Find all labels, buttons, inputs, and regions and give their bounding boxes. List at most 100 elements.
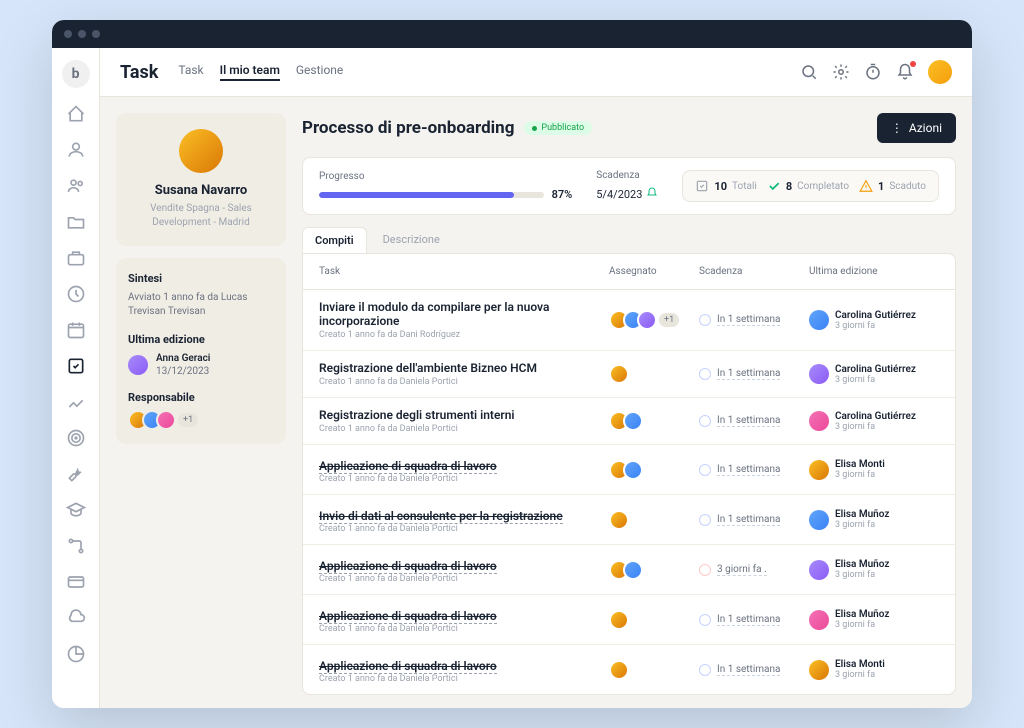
due-text: In 1 settimana xyxy=(717,415,780,427)
assignee-avatar[interactable] xyxy=(623,411,643,431)
subtab-compiti[interactable]: Compiti xyxy=(302,227,367,253)
clock-icon[interactable] xyxy=(66,284,86,304)
tab-gestione[interactable]: Gestione xyxy=(296,63,343,81)
responsible-avatars: +1 xyxy=(128,410,274,430)
lastedit-cell: Elisa Muñoz3 giorni fa xyxy=(809,509,939,530)
main-tabs: Task Il mio team Gestione xyxy=(178,63,343,81)
table-row[interactable]: Inviare il modulo da compilare per la nu… xyxy=(303,290,955,351)
notification-dot xyxy=(910,61,916,67)
assignee-avatar[interactable] xyxy=(609,364,629,384)
due-status-icon xyxy=(699,415,711,427)
metrics-bar: Progresso 87% Scadenza 5/4/2023 xyxy=(302,157,956,215)
due-text: 3 giorni fa . xyxy=(717,564,767,576)
window-max-dot[interactable] xyxy=(92,30,100,38)
lastedit-cell: Carolina Gutiérrez3 giorni fa xyxy=(809,411,939,432)
stat-total-num: 10 xyxy=(714,180,727,193)
stat-overdue-label: Scaduto xyxy=(889,181,926,192)
app-title: Task xyxy=(120,62,158,83)
editor-time: 3 giorni fa xyxy=(835,422,916,432)
path-icon[interactable] xyxy=(66,536,86,556)
actions-label: Azioni xyxy=(909,121,942,135)
assignee-avatar[interactable] xyxy=(609,660,629,680)
due-text: In 1 settimana xyxy=(717,464,780,476)
graduation-icon[interactable] xyxy=(66,500,86,520)
bell-icon[interactable] xyxy=(896,63,914,81)
actions-button[interactable]: ⋮ Azioni xyxy=(877,113,956,143)
due-cell: In 1 settimana xyxy=(699,664,809,676)
stat-completed-num: 8 xyxy=(786,180,792,193)
folder-icon[interactable] xyxy=(66,212,86,232)
table-row[interactable]: Applicazione di squadra di lavoroCreato … xyxy=(303,545,955,595)
lastedit-cell: Carolina Gutiérrez3 giorni fa xyxy=(809,364,939,385)
chart-icon[interactable] xyxy=(66,392,86,412)
lastedit-cell: Elisa Muñoz3 giorni fa xyxy=(809,559,939,580)
th-due[interactable]: Scadenza xyxy=(699,266,809,277)
assignee-avatar[interactable] xyxy=(623,460,643,480)
table-row[interactable]: Registrazione degli strumenti interniCre… xyxy=(303,398,955,445)
editor-avatar xyxy=(809,510,829,530)
piechart-icon[interactable] xyxy=(66,644,86,664)
table-row[interactable]: Invio di dati al consulente per la regis… xyxy=(303,495,955,545)
editor-time: 3 giorni fa xyxy=(835,520,889,530)
team-icon[interactable] xyxy=(66,176,86,196)
table-row[interactable]: Applicazione di squadra di lavoroCreato … xyxy=(303,595,955,645)
warning-icon xyxy=(859,179,873,193)
tab-task[interactable]: Task xyxy=(178,63,203,81)
window-min-dot[interactable] xyxy=(78,30,86,38)
th-assigned[interactable]: Assegnato xyxy=(609,266,699,277)
stat-total: 10 Totali xyxy=(695,179,756,193)
due-cell: In 1 settimana xyxy=(699,614,809,626)
briefcase-icon[interactable] xyxy=(66,248,86,268)
subtab-descrizione[interactable]: Descrizione xyxy=(371,227,452,253)
assignee-cell xyxy=(609,610,699,630)
nav-rail: b xyxy=(52,48,100,708)
app-logo[interactable]: b xyxy=(62,60,90,88)
assignee-avatar[interactable] xyxy=(609,610,629,630)
stat-total-label: Totali xyxy=(732,181,757,192)
bell-notify-icon[interactable] xyxy=(646,187,658,202)
gear-icon[interactable] xyxy=(832,63,850,81)
task-subtitle: Creato 1 anno fa da Daniela Portici xyxy=(319,424,599,434)
sintesi-title: Sintesi xyxy=(128,272,274,285)
th-lastedit[interactable]: Ultima edizione xyxy=(809,266,939,277)
window-close-dot[interactable] xyxy=(64,30,72,38)
user-avatar[interactable] xyxy=(928,60,952,84)
editor-name: Elisa Muñoz xyxy=(835,559,889,570)
th-task[interactable]: Task xyxy=(319,266,609,277)
assignee-avatar[interactable] xyxy=(623,560,643,580)
card-icon[interactable] xyxy=(66,572,86,592)
calendar-icon[interactable] xyxy=(66,320,86,340)
assignee-cell xyxy=(609,364,699,384)
process-title: Processo di pre-onboarding xyxy=(302,118,514,138)
check-icon xyxy=(767,179,781,193)
table-row[interactable]: Registrazione dell'ambiente Bizneo HCMCr… xyxy=(303,351,955,398)
editor-avatar xyxy=(809,560,829,580)
user-icon[interactable] xyxy=(66,140,86,160)
task-subtitle: Creato 1 anno fa da Daniela Portici xyxy=(319,474,599,484)
editor-avatar xyxy=(809,660,829,680)
timer-icon[interactable] xyxy=(864,63,882,81)
profile-avatar[interactable] xyxy=(179,129,223,173)
task-subtitle: Creato 1 anno fa da Dani Rodríguez xyxy=(319,330,599,340)
assignee-plus[interactable]: +1 xyxy=(659,313,679,327)
assignee-avatar[interactable] xyxy=(637,310,657,330)
assignee-cell xyxy=(609,660,699,680)
editor-date: 13/12/2023 xyxy=(156,366,210,377)
assignee-avatar[interactable] xyxy=(609,510,629,530)
task-icon[interactable] xyxy=(66,356,86,376)
lastedit-cell: Elisa Muñoz3 giorni fa xyxy=(809,609,939,630)
cloud-icon[interactable] xyxy=(66,608,86,628)
editor-avatar xyxy=(809,310,829,330)
resp-avatar[interactable] xyxy=(156,410,176,430)
target-icon[interactable] xyxy=(66,428,86,448)
table-row[interactable]: Applicazione di squadra di lavoroCreato … xyxy=(303,645,955,694)
wrench-icon[interactable] xyxy=(66,464,86,484)
resp-plus-badge[interactable]: +1 xyxy=(178,413,198,427)
app-window: b Task Task Il mio team Gestione xyxy=(52,20,972,708)
search-icon[interactable] xyxy=(800,63,818,81)
table-row[interactable]: Applicazione di squadra di lavoroCreato … xyxy=(303,445,955,495)
editor-name: Elisa Muñoz xyxy=(835,609,889,620)
due-status-icon xyxy=(699,464,711,476)
tab-il-mio-team[interactable]: Il mio team xyxy=(220,63,280,81)
home-icon[interactable] xyxy=(66,104,86,124)
